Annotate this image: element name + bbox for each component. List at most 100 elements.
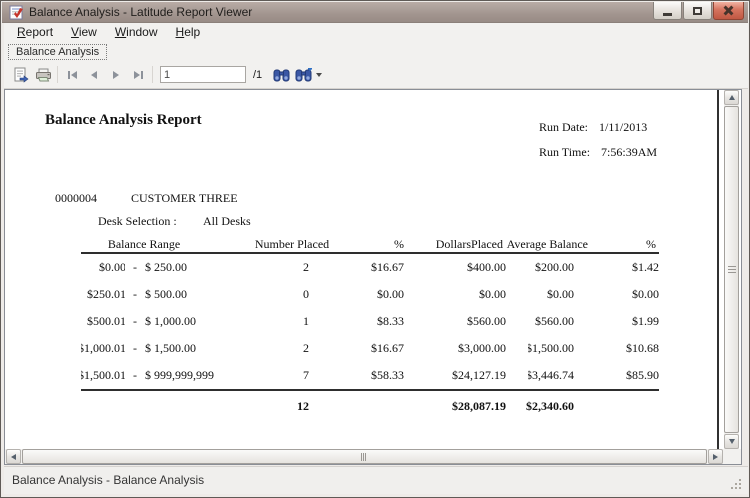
status-text: Balance Analysis - Balance Analysis: [12, 473, 204, 487]
vertical-scrollbar[interactable]: [724, 90, 739, 449]
balance-table: Balance Range Number Placed % DollarsPla…: [81, 236, 659, 421]
binoculars-icon: [273, 68, 290, 82]
horizontal-scrollbar[interactable]: [5, 449, 724, 464]
totals-row: 12 $28,087.19 $2,340.60: [81, 391, 659, 421]
close-button[interactable]: [713, 2, 744, 20]
page-edge-shadow: [717, 90, 719, 449]
cell-range-low: $1,500.01: [81, 368, 125, 383]
cell-dash: -: [125, 341, 145, 356]
find-next-button[interactable]: [292, 64, 314, 86]
vertical-scrollbar-thumb[interactable]: [724, 106, 739, 433]
table-header: Balance Range Number Placed % DollarsPla…: [81, 236, 659, 254]
table-row: $1,500.01 - $ 999,999,999 7 $58.33 $24,1…: [81, 362, 659, 389]
first-page-button[interactable]: [61, 66, 83, 84]
print-icon: [35, 67, 52, 83]
toolbar-separator-2: [152, 66, 153, 83]
cell-number: 2: [231, 341, 309, 356]
cell-dollars: $560.00: [404, 314, 506, 329]
window-title: Balance Analysis - Latitude Report Viewe…: [29, 2, 252, 23]
header-percent-1: %: [394, 237, 404, 252]
page-number-input[interactable]: [160, 66, 246, 83]
cell-dash: -: [125, 314, 145, 329]
last-page-button[interactable]: [127, 66, 149, 84]
cell-dollars: $3,000.00: [404, 341, 506, 356]
cell-dash: -: [125, 287, 145, 302]
cell-range-high: $ 1,000.00: [145, 314, 231, 329]
find-options-caret[interactable]: [316, 73, 322, 77]
tab-balance-analysis[interactable]: Balance Analysis: [8, 44, 107, 60]
header-average-balance: Average Balance: [507, 237, 588, 252]
scroll-right-button[interactable]: [708, 449, 723, 464]
cell-percent: $58.33: [309, 368, 404, 383]
next-page-icon: [113, 71, 119, 79]
maximize-button[interactable]: [683, 2, 712, 20]
cell-range-low: $0.00: [81, 260, 125, 275]
cell-number: 7: [231, 368, 309, 383]
cell-average: $560.00: [506, 314, 586, 329]
cell-dollars: $400.00: [404, 260, 506, 275]
menu-report[interactable]: Report: [8, 23, 62, 42]
report-title: Balance Analysis Report: [45, 112, 202, 129]
menu-bar: Report View Window Help: [4, 23, 748, 42]
scroll-right-icon: [713, 454, 718, 460]
cell-percent: $0.00: [309, 287, 404, 302]
previous-page-button[interactable]: [83, 66, 105, 84]
scroll-left-button[interactable]: [6, 449, 21, 464]
total-number: 12: [231, 399, 309, 414]
cell-range-low: $250.01: [81, 287, 125, 302]
window-controls: [653, 2, 744, 20]
cell-dollars: $24,127.19: [404, 368, 506, 383]
horizontal-scrollbar-thumb[interactable]: [22, 449, 707, 464]
scrollbar-grip: [361, 453, 366, 461]
run-date-label: Run Date:: [539, 120, 588, 135]
print-button[interactable]: [32, 64, 54, 86]
scrollbar-grip: [728, 266, 736, 275]
minimize-button[interactable]: [653, 2, 682, 20]
scrollbar-corner: [724, 449, 741, 464]
cell-percent-2: $1.99: [586, 314, 659, 329]
app-icon: [9, 5, 24, 20]
toolbar: /1: [4, 61, 748, 89]
scroll-down-button[interactable]: [724, 434, 739, 449]
run-time-label: Run Time:: [539, 145, 590, 160]
close-icon: [723, 6, 734, 15]
binoculars-plus-icon: [295, 68, 312, 82]
cell-percent-2: $10.68: [586, 341, 659, 356]
report-viewer-window: Balance Analysis - Latitude Report Viewe…: [0, 0, 750, 498]
customer-name: CUSTOMER THREE: [131, 191, 238, 206]
last-page-arrow: [134, 71, 140, 79]
menu-window[interactable]: Window: [106, 23, 167, 42]
last-page-icon: [141, 71, 143, 79]
maximize-icon: [693, 7, 702, 15]
resize-grip[interactable]: [739, 487, 741, 489]
table-row: $1,000.01 - $ 1,500.00 2 $16.67 $3,000.0…: [81, 335, 659, 362]
scroll-up-button[interactable]: [724, 90, 739, 105]
table-row: $250.01 - $ 500.00 0 $0.00 $0.00 $0.00 $…: [81, 281, 659, 308]
cell-number: 2: [231, 260, 309, 275]
run-time-value: 7:56:39AM: [601, 145, 657, 160]
find-button[interactable]: [270, 64, 292, 86]
cell-dash: -: [125, 260, 145, 275]
run-time-row: Run Time: 7:56:39AM: [539, 145, 657, 160]
menu-view[interactable]: View: [62, 23, 106, 42]
scroll-left-icon: [11, 454, 16, 460]
customer-code: 0000004: [55, 191, 97, 206]
tab-strip: Balance Analysis: [4, 42, 748, 61]
previous-page-icon: [91, 71, 97, 79]
total-average: $2,340.60: [506, 399, 586, 414]
desk-selection-label: Desk Selection :: [98, 214, 177, 229]
cell-range-low: $500.01: [81, 314, 125, 329]
minimize-icon: [663, 13, 672, 16]
export-icon: [13, 67, 29, 83]
run-date-value: 1/11/2013: [599, 120, 647, 135]
report-page-area: Balance Analysis Report Run Date: 1/11/2…: [4, 89, 742, 465]
cell-average: $3,446.74: [506, 368, 586, 383]
next-page-button[interactable]: [105, 66, 127, 84]
cell-number: 1: [231, 314, 309, 329]
menu-help[interactable]: Help: [167, 23, 210, 42]
export-button[interactable]: [10, 64, 32, 86]
scroll-down-icon: [729, 439, 735, 444]
title-bar: Balance Analysis - Latitude Report Viewe…: [2, 2, 748, 23]
cell-dash: -: [125, 368, 145, 383]
header-number-placed: Number Placed: [255, 237, 329, 252]
